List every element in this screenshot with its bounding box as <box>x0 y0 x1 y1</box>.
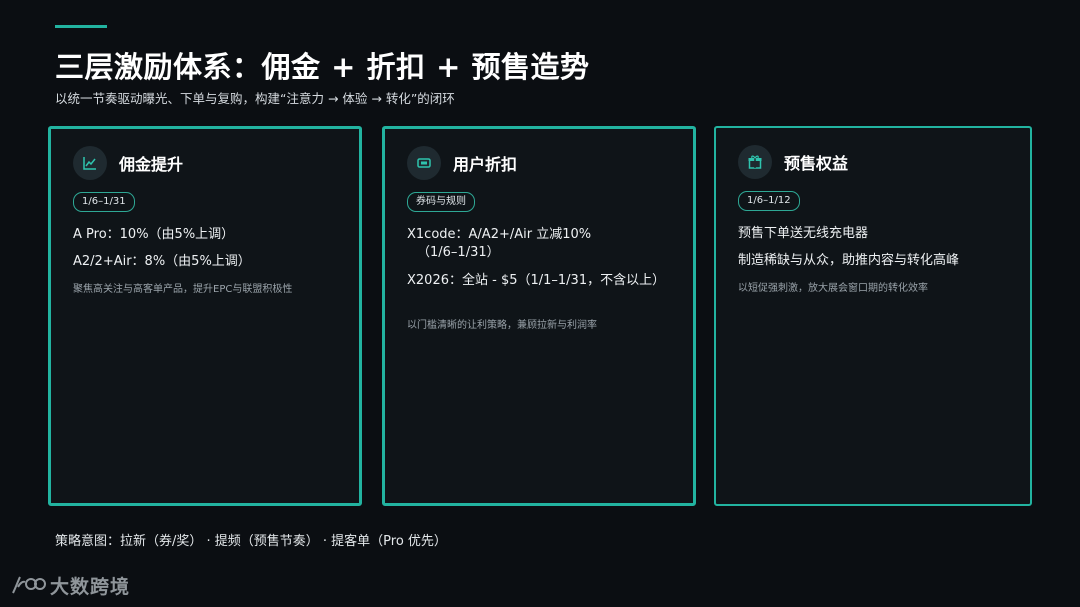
card-line: X1code：A/A2+/Air 立减10% <box>407 227 592 242</box>
gift-icon <box>738 145 772 179</box>
card-note: 以门槛清晰的让利策略，兼顾拉新与利润率 <box>407 320 597 331</box>
page-subtitle: 以统一节奏驱动曝光、下单与复购，构建“注意力 → 体验 → 转化”的闭环 <box>55 91 455 106</box>
strategy-intent-text: 策略意图：拉新（券/奖） · 提频（预售节奏） · 提客单（Pro 优先） <box>55 534 447 549</box>
card-line: （1/6–1/31） <box>417 245 500 260</box>
trend-chart-icon <box>73 146 107 180</box>
title-accent-bar <box>55 25 107 28</box>
page-title: 三层激励体系：佣金 + 折扣 + 预售造势 <box>55 50 590 84</box>
card-note: 以短促强刺激，放大展会窗口期的转化效率 <box>738 283 928 294</box>
date-badge: 1/6–1/31 <box>73 192 135 212</box>
logo-mark-icon <box>12 576 46 593</box>
card-user-discount: 用户折扣 券码与规则 X1code：A/A2+/Air 立减10% （1/6–1… <box>382 126 696 506</box>
card-line: 制造稀缺与从众，助推内容与转化高峰 <box>738 253 960 268</box>
ticket-icon <box>407 146 441 180</box>
card-header: 预售权益 <box>738 145 848 179</box>
card-header: 用户折扣 <box>407 146 517 180</box>
brand-logo: 大数跨境 <box>10 572 130 599</box>
card-line: 预售下单送无线充电器 <box>738 226 869 241</box>
coupon-rules-badge: 券码与规则 <box>407 192 475 212</box>
card-title: 用户折扣 <box>453 155 518 174</box>
card-title: 佣金提升 <box>119 155 184 174</box>
card-line: A2/2+Air：8%（由5%上调） <box>73 254 251 269</box>
card-title: 预售权益 <box>784 154 849 173</box>
card-note: 聚焦高关注与高客单产品，提升EPC与联盟积极性 <box>73 284 293 295</box>
card-line: A Pro：10%（由5%上调） <box>73 227 235 242</box>
card-line: X2026：全站 - $5（1/1–1/31，不含以上） <box>407 273 666 288</box>
date-badge: 1/6–1/12 <box>738 191 800 211</box>
card-presale-benefits: 预售权益 1/6–1/12 预售下单送无线充电器 制造稀缺与从众，助推内容与转化… <box>714 126 1032 506</box>
logo-text: 大数跨境 <box>50 576 131 598</box>
card-commission: 佣金提升 1/6–1/31 A Pro：10%（由5%上调） A2/2+Air：… <box>48 126 362 506</box>
card-header: 佣金提升 <box>73 146 183 180</box>
